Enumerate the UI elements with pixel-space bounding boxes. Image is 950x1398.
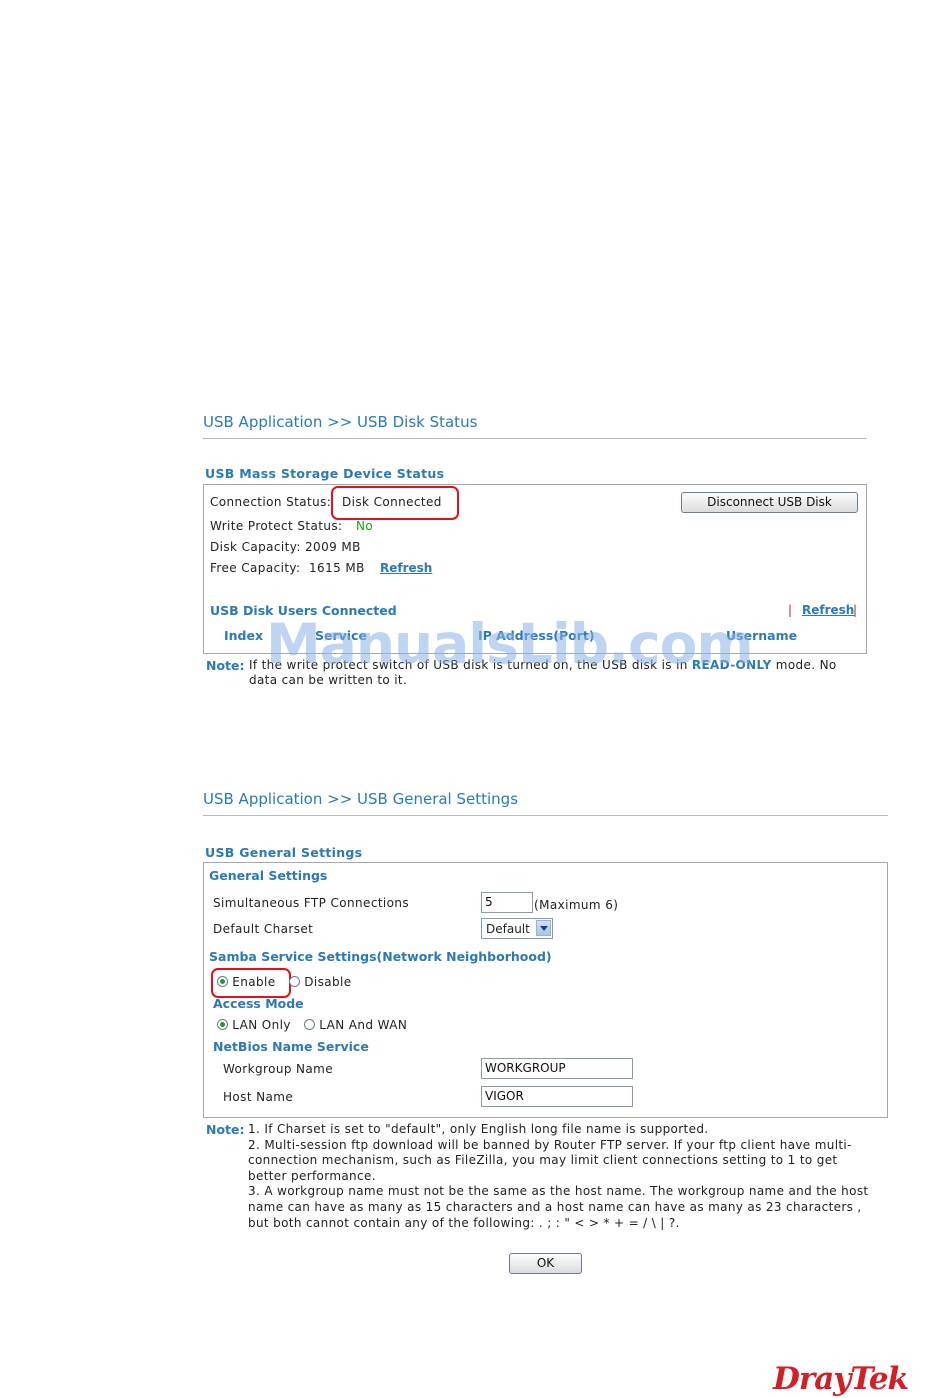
ok-button[interactable]: OK (509, 1253, 582, 1274)
column-header-index: Index (224, 628, 264, 643)
host-name-input[interactable]: VIGOR (481, 1086, 633, 1107)
disk-capacity-label: Disk Capacity: (210, 540, 301, 554)
workgroup-name-input[interactable]: WORKGROUP (481, 1058, 633, 1079)
chevron-down-icon[interactable] (536, 920, 551, 936)
connection-status-label: Connection Status: (210, 495, 332, 509)
status-note-label: Note: (206, 658, 245, 673)
connection-status-value: Disk Connected (342, 495, 442, 509)
settings-note-line: connection mechanism, such as FileZilla,… (248, 1153, 838, 1168)
samba-disable-option[interactable]: Disable (289, 975, 352, 989)
samba-settings-title: Samba Service Settings(Network Neighborh… (209, 949, 552, 964)
watermark: ManualsLib.com (266, 612, 754, 676)
workgroup-name-label: Workgroup Name (223, 1062, 334, 1076)
disconnect-usb-disk-button[interactable]: Disconnect USB Disk (681, 492, 858, 513)
settings-note-line: name can have as many as 15 characters a… (248, 1199, 862, 1214)
write-protect-value: No (356, 519, 374, 533)
settings-note-line: better performance. (248, 1168, 376, 1183)
settings-note-label: Note: (206, 1122, 245, 1137)
refresh-users-link[interactable]: Refresh (802, 603, 854, 617)
free-capacity-value: 1615 MB (309, 561, 365, 575)
settings-title-divider (203, 815, 888, 816)
access-lan-wan-label: LAN And WAN (319, 1018, 408, 1032)
refresh-capacity-link[interactable]: Refresh (380, 561, 432, 575)
ftp-connections-label: Simultaneous FTP Connections (213, 896, 410, 910)
charset-select[interactable]: Default (481, 918, 553, 939)
samba-disable-radio[interactable] (289, 976, 300, 987)
access-lan-wan-radio[interactable] (304, 1019, 315, 1030)
status-note-text-b: mode. No (771, 658, 837, 672)
disk-capacity-value: 2009 MB (305, 540, 361, 554)
access-lan-only-radio[interactable] (217, 1019, 228, 1030)
settings-note-line: 2. Multi-session ftp download will be ba… (248, 1137, 852, 1152)
refresh-separator-right: | (853, 603, 858, 617)
netbios-title: NetBios Name Service (213, 1039, 369, 1054)
draytek-logo: DrayTek (773, 1361, 909, 1397)
host-name-label: Host Name (223, 1090, 294, 1104)
samba-enable-option[interactable]: Enable (217, 975, 276, 989)
general-settings-section-title: USB General Settings (205, 845, 363, 860)
settings-note-line: but both cannot contain any of the follo… (248, 1215, 680, 1230)
ftp-connections-hint: (Maximum 6) (534, 898, 619, 912)
free-capacity-label: Free Capacity: (210, 561, 301, 575)
ftp-connections-input[interactable]: 5 (481, 892, 533, 913)
samba-enable-label: Enable (232, 975, 276, 989)
samba-disable-label: Disable (304, 975, 352, 989)
refresh-separator-left: | (788, 603, 793, 617)
settings-breadcrumb: USB Application >> USB General Settings (203, 790, 519, 808)
title-divider (203, 438, 867, 439)
settings-note-line: 1. If Charset is set to "default", only … (248, 1122, 709, 1136)
status-breadcrumb: USB Application >> USB Disk Status (203, 413, 478, 431)
access-mode-title: Access Mode (213, 996, 304, 1011)
settings-note-line: 3. A workgroup name must not be the same… (248, 1184, 869, 1199)
access-lan-only-label: LAN Only (232, 1018, 291, 1032)
access-lan-only-option[interactable]: LAN Only (217, 1018, 291, 1032)
charset-selected-value: Default (486, 922, 530, 936)
samba-enable-radio[interactable] (217, 976, 228, 987)
charset-label: Default Charset (213, 922, 314, 936)
settings-note-text: 1. If Charset is set to "default", only … (248, 1122, 888, 1231)
general-settings-subtitle: General Settings (209, 868, 328, 883)
access-lan-wan-option[interactable]: LAN And WAN (304, 1018, 407, 1032)
write-protect-label: Write Protect Status: (210, 519, 343, 533)
mass-storage-section-title: USB Mass Storage Device Status (205, 466, 445, 481)
